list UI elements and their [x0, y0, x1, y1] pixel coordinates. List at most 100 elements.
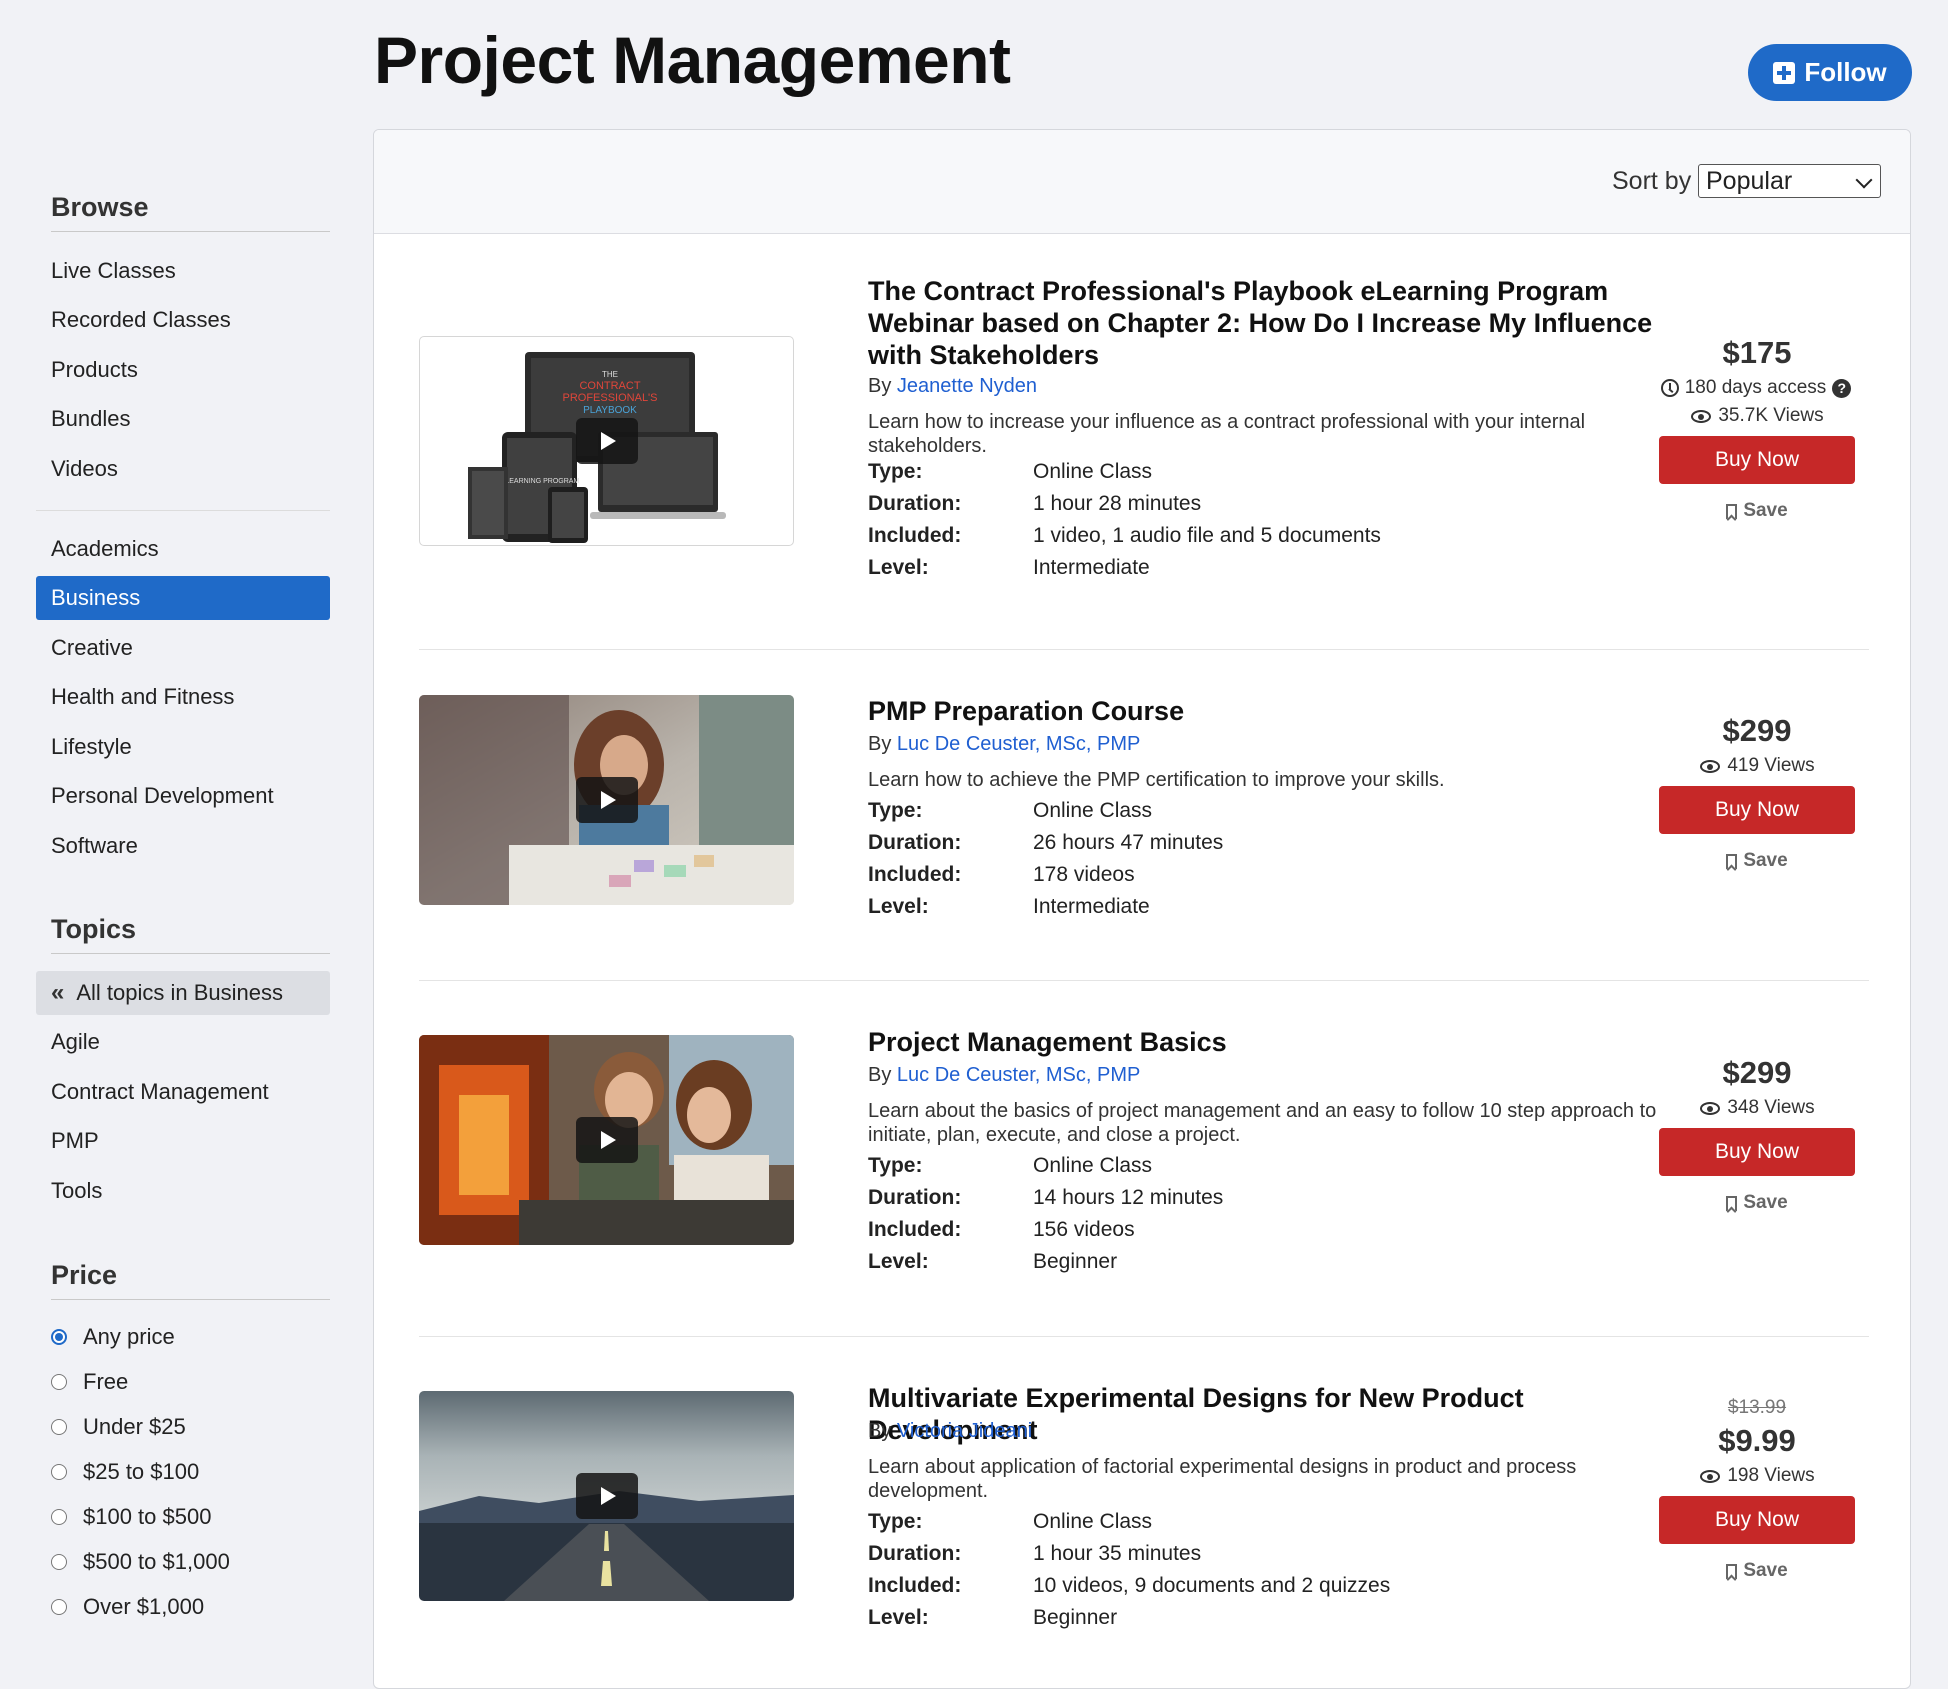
price-column: $299 419 Views Buy Now Save	[1659, 713, 1855, 872]
price-option-25-to-100[interactable]: $25 to $100	[51, 1459, 199, 1485]
save-label: Save	[1743, 500, 1788, 521]
radio-button[interactable]	[51, 1374, 67, 1390]
play-icon[interactable]	[575, 418, 638, 464]
play-icon[interactable]	[575, 1473, 638, 1519]
duration-label: Duration:	[868, 831, 962, 854]
bookmark-icon	[1726, 503, 1738, 519]
topic-contract-management[interactable]: Contract Management	[36, 1070, 330, 1114]
course-thumbnail[interactable]	[419, 695, 794, 905]
level-label: Level:	[868, 1250, 929, 1273]
sidebar-item-software[interactable]: Software	[36, 824, 330, 868]
author-link[interactable]: Luc De Ceuster, MSc, PMP	[897, 1064, 1140, 1086]
course-title[interactable]: Project Management Basics	[868, 1026, 1678, 1058]
question-circle-icon[interactable]: ?	[1832, 378, 1852, 398]
views-text: 198 Views	[1727, 1465, 1815, 1486]
save-button[interactable]: Save	[1659, 1192, 1855, 1214]
type-label: Type:	[868, 460, 923, 483]
course-specs: Type: Online Class Duration: 14 hours 12 m…	[868, 1154, 1223, 1282]
included-value: 178 videos	[1033, 863, 1135, 886]
play-icon[interactable]	[575, 1117, 638, 1163]
thumb-text-professionals: PROFESSIONAL'S	[562, 392, 657, 404]
sidebar-item-live-classes[interactable]: Live Classes	[36, 249, 330, 293]
course-thumbnail[interactable]	[419, 1391, 794, 1601]
course-description: Learn how to achieve the PMP certificati…	[868, 769, 1445, 791]
sidebar-item-personal-development[interactable]: Personal Development	[36, 774, 330, 818]
sidebar-divider	[36, 510, 330, 511]
all-topics-back-link[interactable]: « All topics in Business	[36, 971, 330, 1015]
follow-button[interactable]: Follow	[1748, 44, 1912, 101]
price-option-free[interactable]: Free	[51, 1369, 128, 1395]
topic-pmp[interactable]: PMP	[36, 1119, 330, 1163]
course-thumbnail[interactable]	[419, 1035, 794, 1245]
sidebar-item-recorded-classes[interactable]: Recorded Classes	[36, 298, 330, 342]
level-label: Level:	[868, 895, 929, 918]
course-card: Multivariate Experimental Designs for Ne…	[419, 1382, 1869, 1662]
topic-tools[interactable]: Tools	[36, 1169, 330, 1213]
course-thumbnail[interactable]: THE CONTRACT PROFESSIONAL'S PLAYBOOK ELE…	[419, 336, 794, 546]
eye-icon	[1690, 408, 1712, 424]
radio-button-checked[interactable]	[51, 1329, 67, 1345]
price-option-500-to-1000[interactable]: $500 to $1,000	[51, 1549, 230, 1575]
course-price: $9.99	[1718, 1423, 1796, 1458]
course-price: $175	[1722, 335, 1792, 370]
sidebar-item-health-and-fitness[interactable]: Health and Fitness	[36, 675, 330, 719]
topic-agile[interactable]: Agile	[36, 1020, 330, 1064]
thumb-text-elearning: ELEARNING PROGRAM	[501, 478, 580, 485]
sidebar-item-creative[interactable]: Creative	[36, 626, 330, 670]
eye-icon	[1699, 1468, 1721, 1484]
radio-button[interactable]	[51, 1464, 67, 1480]
radio-button[interactable]	[51, 1509, 67, 1525]
original-price: $13.99	[1727, 1397, 1787, 1418]
course-title[interactable]: The Contract Professional's Playbook eLe…	[868, 275, 1678, 371]
sort-dropdown[interactable]: Popular	[1698, 164, 1881, 198]
price-option-any[interactable]: Any price	[51, 1324, 175, 1350]
radio-button[interactable]	[51, 1599, 67, 1615]
by-label: By	[868, 1420, 892, 1442]
buy-now-button[interactable]: Buy Now	[1659, 1128, 1855, 1176]
duration-value: 14 hours 12 minutes	[1033, 1186, 1224, 1209]
buy-now-button[interactable]: Buy Now	[1659, 1496, 1855, 1544]
save-button[interactable]: Save	[1659, 500, 1855, 522]
course-specs: Type: Online Class Duration: 1 hour 28 min…	[868, 460, 1381, 588]
follow-label: Follow	[1804, 57, 1887, 87]
level-label: Level:	[868, 556, 929, 579]
author-link[interactable]: Luc De Ceuster, MSc, PMP	[897, 733, 1140, 755]
author-link[interactable]: Jeanette Nyden	[897, 375, 1037, 397]
bookmark-icon	[1726, 1195, 1738, 1211]
sidebar-item-business[interactable]: Business	[36, 576, 330, 620]
chevron-down-icon	[1855, 171, 1873, 189]
duration-label: Duration:	[868, 492, 962, 515]
sidebar-item-academics[interactable]: Academics	[36, 527, 330, 571]
course-title[interactable]: PMP Preparation Course	[868, 695, 1678, 727]
save-button[interactable]: Save	[1659, 1560, 1855, 1582]
clock-icon	[1660, 379, 1679, 397]
buy-now-button[interactable]: Buy Now	[1659, 786, 1855, 834]
radio-button[interactable]	[51, 1419, 67, 1435]
included-value: 10 videos, 9 documents and 2 quizzes	[1033, 1574, 1391, 1597]
sidebar-item-videos[interactable]: Videos	[36, 447, 330, 491]
plus-square-icon	[1773, 61, 1796, 84]
author-link[interactable]: Victoria Jideani	[897, 1420, 1032, 1442]
views-text: 35.7K Views	[1718, 405, 1824, 426]
save-label: Save	[1743, 1192, 1788, 1213]
price-option-under-25[interactable]: Under $25	[51, 1414, 186, 1440]
play-icon[interactable]	[575, 777, 638, 823]
price-option-label: $500 to $1,000	[83, 1549, 230, 1574]
course-specs: Type: Online Class Duration: 1 hour 35 min…	[868, 1510, 1390, 1638]
sidebar-item-products[interactable]: Products	[36, 348, 330, 392]
thumb-text-the: THE	[602, 370, 618, 379]
radio-button[interactable]	[51, 1554, 67, 1570]
price-option-100-to-500[interactable]: $100 to $500	[51, 1504, 211, 1530]
price-option-over-1000[interactable]: Over $1,000	[51, 1594, 204, 1620]
included-label: Included:	[868, 1574, 962, 1597]
price-option-label: $100 to $500	[83, 1504, 212, 1529]
thumb-text-playbook: PLAYBOOK	[583, 405, 637, 416]
buy-now-button[interactable]: Buy Now	[1659, 436, 1855, 484]
save-button[interactable]: Save	[1659, 850, 1855, 872]
sidebar-item-lifestyle[interactable]: Lifestyle	[36, 725, 330, 769]
all-topics-label: All topics in Business	[76, 980, 284, 1005]
price-column: $299 348 Views Buy Now Save	[1659, 1055, 1855, 1214]
sidebar-item-bundles[interactable]: Bundles	[36, 397, 330, 441]
save-label: Save	[1743, 1560, 1788, 1581]
level-value: Beginner	[1033, 1250, 1118, 1273]
